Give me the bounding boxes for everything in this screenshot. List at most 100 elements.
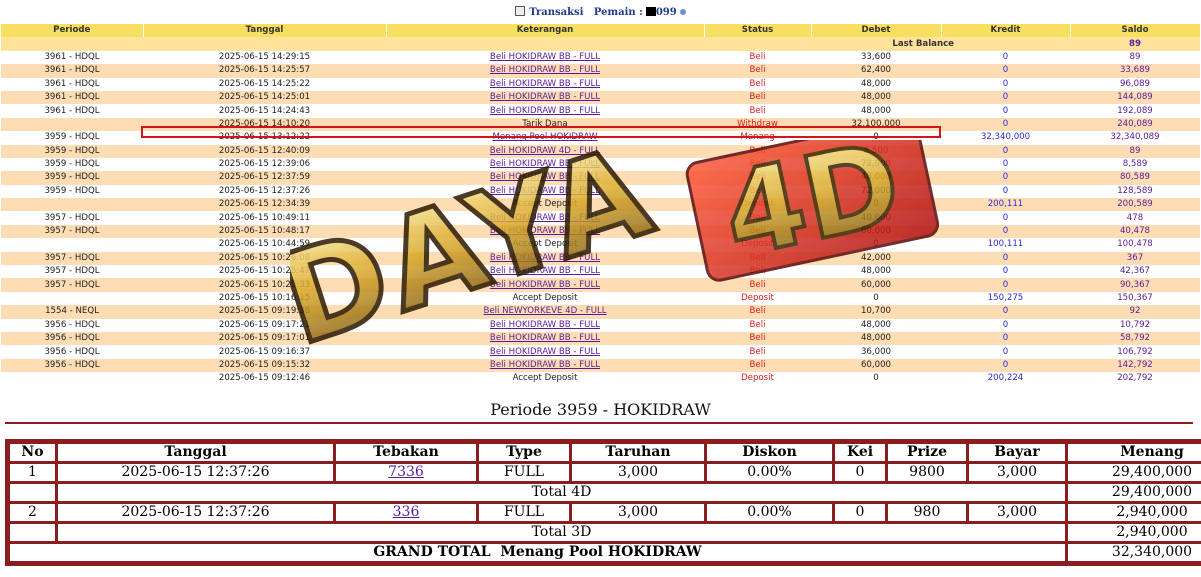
tanggal-cell: 2025-06-15 09:12:46: [143, 372, 386, 386]
keterangan-link[interactable]: Beli HOKIDRAW BB - FULL: [490, 333, 600, 343]
detail-header-bayar: Bayar: [969, 444, 1065, 461]
saldo-cell: 96,089: [1070, 77, 1200, 91]
bet-kei-cell: 0: [835, 464, 885, 481]
status-cell: Beli: [704, 144, 811, 158]
keterangan-link[interactable]: Beli HOKIDRAW BB - FULL: [490, 79, 600, 89]
kredit-cell: 200,111: [941, 198, 1070, 212]
saldo-cell: 100,478: [1070, 238, 1200, 252]
debet-cell: 48,000: [811, 104, 941, 118]
last-balance-value: 89: [1070, 37, 1200, 51]
transaction-row: 3956 - HDQL 2025-06-15 09:17:01 Beli HOKID…: [1, 331, 1200, 346]
tanggal-cell: 2025-06-15 12:40:09: [143, 144, 386, 158]
tanggal-cell: 2025-06-15 14:10:20: [143, 117, 386, 132]
tanggal-cell: 2025-06-15 12:39:06: [143, 157, 386, 172]
detail-header-type: Type: [479, 444, 569, 461]
detail-header-tebakan: Tebakan: [336, 444, 476, 461]
keterangan-link[interactable]: Beli HOKIDRAW BB - FULL: [490, 159, 600, 169]
keterangan-link[interactable]: Beli HOKIDRAW BB - FULL: [490, 213, 600, 223]
kredit-cell: 0: [941, 77, 1070, 91]
transaction-row: 2025-06-15 09:12:46 Accept Deposit Deposit…: [1, 372, 1200, 386]
column-header-periode: Periode: [1, 24, 144, 38]
bet-tebakan-cell[interactable]: 7336: [336, 464, 476, 481]
keterangan-cell[interactable]: Beli HOKIDRAW BB - FULL: [386, 184, 704, 199]
keterangan-cell[interactable]: Beli HOKIDRAW BB - FULL: [386, 64, 704, 78]
debet-cell: 0: [811, 198, 941, 212]
periode-cell: 3959 - HDQL: [1, 171, 143, 185]
keterangan-link[interactable]: Beli HOKIDRAW BB - FULL: [490, 360, 600, 370]
keterangan-cell[interactable]: Beli HOKIDRAW 4D - FULL: [386, 144, 704, 158]
keterangan-cell[interactable]: Beli HOKIDRAW BB - FULL: [386, 278, 704, 292]
keterangan-cell[interactable]: Beli HOKIDRAW BB - FULL: [386, 331, 704, 346]
keterangan-cell[interactable]: Beli HOKIDRAW BB - FULL: [386, 358, 704, 373]
keterangan-link[interactable]: Beli HOKIDRAW 4D - FULL: [490, 146, 600, 156]
keterangan-cell[interactable]: Beli HOKIDRAW BB - FULL: [386, 224, 704, 239]
bet-row: 2 2025-06-15 12:37:26 336 FULL 3,000 0.00% 0 98…: [10, 504, 1201, 521]
keterangan-link[interactable]: Beli HOKIDRAW BB - FULL: [490, 320, 600, 330]
keterangan-link[interactable]: Beli HOKIDRAW BB - FULL: [490, 92, 600, 102]
bet-kei-cell: 0: [835, 504, 885, 521]
keterangan-cell[interactable]: Beli HOKIDRAW BB - FULL: [386, 171, 704, 185]
keterangan-link[interactable]: Beli HOKIDRAW BB - FULL: [490, 347, 600, 357]
bet-tebakan-cell[interactable]: 336: [336, 504, 476, 521]
keterangan-cell[interactable]: Beli HOKIDRAW BB - FULL: [386, 104, 704, 118]
debet-cell: 72,000: [811, 184, 941, 199]
keterangan-link[interactable]: Beli HOKIDRAW BB - FULL: [490, 266, 600, 276]
debet-cell: 10,700: [811, 305, 941, 319]
tanggal-cell: 2025-06-15 09:17:21: [143, 318, 386, 332]
saldo-cell: 8,589: [1070, 157, 1200, 172]
periode-cell: 3959 - HDQL: [1, 157, 143, 172]
keterangan-cell[interactable]: Beli NEWYORKEVE 4D - FULL: [386, 305, 704, 319]
tebakan-link[interactable]: 336: [393, 504, 420, 520]
transaction-row: 3961 - HDQL 2025-06-15 14:25:22 Beli HOKID…: [1, 77, 1200, 91]
keterangan-cell[interactable]: Beli HOKIDRAW BB - FULL: [386, 50, 704, 65]
keterangan-link[interactable]: Beli HOKIDRAW BB - FULL: [490, 280, 600, 290]
keterangan-link[interactable]: Beli HOKIDRAW BB - FULL: [490, 65, 600, 75]
periode-cell: 3959 - HDQL: [1, 144, 143, 158]
bet-tanggal-cell: 2025-06-15 12:37:26: [58, 504, 333, 521]
transaction-row: 3959 - HDQL 2025-06-15 12:39:06 Beli HOKID…: [1, 157, 1200, 172]
keterangan-cell[interactable]: Beli HOKIDRAW BB - FULL: [386, 211, 704, 225]
periode-detail-table: No Tanggal Tebakan Type Taruhan Diskon Kei Priz…: [5, 439, 1201, 566]
tanggal-cell: 2025-06-15 14:25:57: [143, 64, 386, 78]
keterangan-cell[interactable]: Beli HOKIDRAW BB - FULL: [386, 90, 704, 105]
keterangan-cell[interactable]: Beli HOKIDRAW BB - FULL: [386, 77, 704, 91]
keterangan-link[interactable]: Beli HOKIDRAW BB - FULL: [490, 186, 600, 196]
saldo-cell: 240,089: [1070, 117, 1200, 132]
keterangan-link[interactable]: Beli HOKIDRAW BB - FULL: [490, 253, 600, 263]
keterangan-cell[interactable]: Beli HOKIDRAW BB - FULL: [386, 345, 704, 359]
kredit-cell: 0: [941, 171, 1070, 185]
periode-cell: 3961 - HDQL: [1, 50, 143, 65]
status-cell: Menang: [704, 131, 811, 145]
periode-cell: 3959 - HDQL: [1, 184, 143, 199]
kredit-cell: 0: [941, 265, 1070, 279]
detail-header-no: No: [10, 444, 55, 461]
keterangan-cell[interactable]: Menang Pool HOKIDRAW: [386, 131, 704, 145]
tebakan-link[interactable]: 7336: [388, 464, 424, 480]
keterangan-cell[interactable]: Beli HOKIDRAW BB - FULL: [386, 157, 704, 172]
status-cell: Beli: [704, 157, 811, 172]
keterangan-link[interactable]: Beli HOKIDRAW BB - FULL: [490, 172, 600, 182]
transaction-row: 3961 - HDQL 2025-06-15 14:24:43 Beli HOKID…: [1, 104, 1200, 118]
bet-taruhan-cell: 3,000: [572, 464, 704, 481]
saldo-cell: 33,689: [1070, 64, 1200, 78]
keterangan-cell[interactable]: Beli HOKIDRAW BB - FULL: [386, 265, 704, 279]
keterangan-cell[interactable]: Beli HOKIDRAW BB - FULL: [386, 318, 704, 332]
kredit-cell: 0: [941, 278, 1070, 292]
transaction-row: 2025-06-15 10:44:59 Accept Deposit Deposit…: [1, 238, 1200, 252]
bet-prize-cell: 9800: [888, 464, 966, 481]
transaction-row: 2025-06-15 14:10:20 Tarik Dana Withdraw 32,…: [1, 117, 1200, 132]
periode-title: Periode 3959 - HOKIDRAW: [490, 400, 711, 419]
periode-cell: [1, 117, 143, 132]
keterangan-cell[interactable]: Beli HOKIDRAW BB - FULL: [386, 251, 704, 266]
keterangan-link[interactable]: Beli HOKIDRAW BB - FULL: [490, 52, 600, 62]
keterangan-link[interactable]: Menang Pool HOKIDRAW: [492, 132, 597, 142]
info-icon[interactable]: [679, 9, 686, 15]
status-cell: Beli: [704, 305, 811, 319]
column-header-kredit: Kredit: [941, 24, 1071, 38]
transaction-row: 3961 - HDQL 2025-06-15 14:29:15 Beli HOKID…: [1, 50, 1200, 65]
debet-cell: 60,000: [811, 224, 941, 239]
grand-total-value: 32,340,000: [1068, 544, 1201, 561]
keterangan-link[interactable]: Beli HOKIDRAW BB - FULL: [490, 226, 600, 236]
keterangan-link[interactable]: Beli NEWYORKEVE 4D - FULL: [483, 306, 606, 316]
keterangan-link[interactable]: Beli HOKIDRAW BB - FULL: [490, 106, 600, 116]
